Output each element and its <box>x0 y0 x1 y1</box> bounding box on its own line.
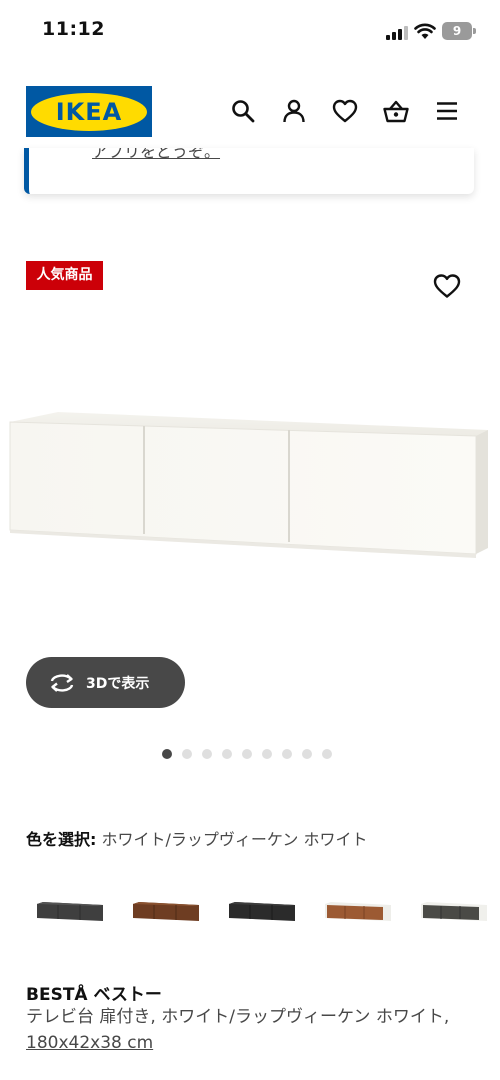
gallery-dot[interactable] <box>302 749 312 759</box>
gallery-pagination[interactable] <box>162 749 332 759</box>
favorite-heart-icon[interactable] <box>433 272 461 300</box>
wifi-icon <box>414 22 436 40</box>
swatch-oak-white[interactable] <box>316 884 400 940</box>
status-bar: 11:12 9 <box>0 0 500 64</box>
heart-icon[interactable] <box>332 98 358 124</box>
battery-level: 9 <box>452 24 462 38</box>
signal-icon <box>386 24 408 40</box>
product-description-text: テレビ台 扉付き, ホワイト/ラップヴィーケン ホワイト, <box>26 1007 450 1027</box>
color-swatches <box>26 884 487 940</box>
cart-icon[interactable] <box>383 98 409 124</box>
menu-icon[interactable] <box>434 98 460 124</box>
product-image[interactable] <box>0 340 500 660</box>
swatch-dark-gray[interactable] <box>28 884 112 940</box>
notice-link[interactable]: アプリをどうぞ。 <box>92 148 220 162</box>
logo-text: IKEA <box>55 97 123 126</box>
swatch-white-dark-gray[interactable] <box>412 884 496 940</box>
battery-icon: 9 <box>442 22 476 40</box>
color-selection: 色を選択: ホワイト/ラップヴィーケン ホワイト <box>26 826 368 850</box>
rotate-3d-icon <box>50 673 74 692</box>
product-size-link[interactable]: 180x42x38 cm <box>26 1033 153 1053</box>
popular-badge: 人気商品 <box>26 261 103 290</box>
account-icon[interactable] <box>281 98 307 124</box>
swatch-walnut[interactable] <box>124 884 208 940</box>
product-name: BESTÅ ベストー <box>26 985 162 1005</box>
search-icon[interactable] <box>230 98 256 124</box>
status-time: 11:12 <box>42 18 105 40</box>
gallery-dot[interactable] <box>202 749 212 759</box>
gallery-dot[interactable] <box>262 749 272 759</box>
gallery-dot[interactable] <box>242 749 252 759</box>
gallery-dot[interactable] <box>182 749 192 759</box>
product-description: テレビ台 扉付き, ホワイト/ラップヴィーケン ホワイト, 180x42x38 … <box>26 1004 474 1056</box>
view-3d-label: 3Dで表示 <box>86 675 150 692</box>
notice-banner[interactable]: アプリをどうぞ。 <box>24 148 474 194</box>
color-select-label: 色を選択: <box>26 830 97 849</box>
gallery-dot[interactable] <box>282 749 292 759</box>
gallery-dot[interactable] <box>162 749 172 759</box>
view-3d-button[interactable]: 3Dで表示 <box>26 657 185 708</box>
gallery-dot[interactable] <box>322 749 332 759</box>
swatch-black[interactable] <box>220 884 304 940</box>
gallery-dot[interactable] <box>222 749 232 759</box>
ikea-logo[interactable]: IKEA <box>26 86 152 137</box>
color-value: ホワイト/ラップヴィーケン ホワイト <box>101 830 368 849</box>
